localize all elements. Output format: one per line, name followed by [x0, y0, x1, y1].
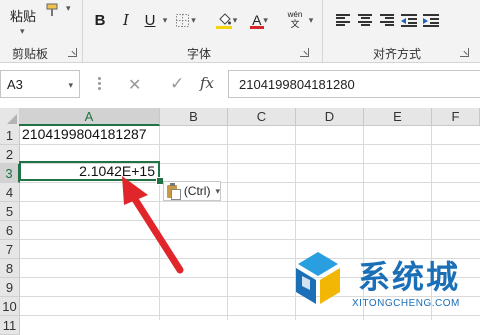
watermark-brand: 系统城: [358, 258, 461, 296]
watermark-domain: XITONGCHENG.COM: [352, 298, 460, 309]
watermark-logo-icon: [296, 252, 340, 304]
